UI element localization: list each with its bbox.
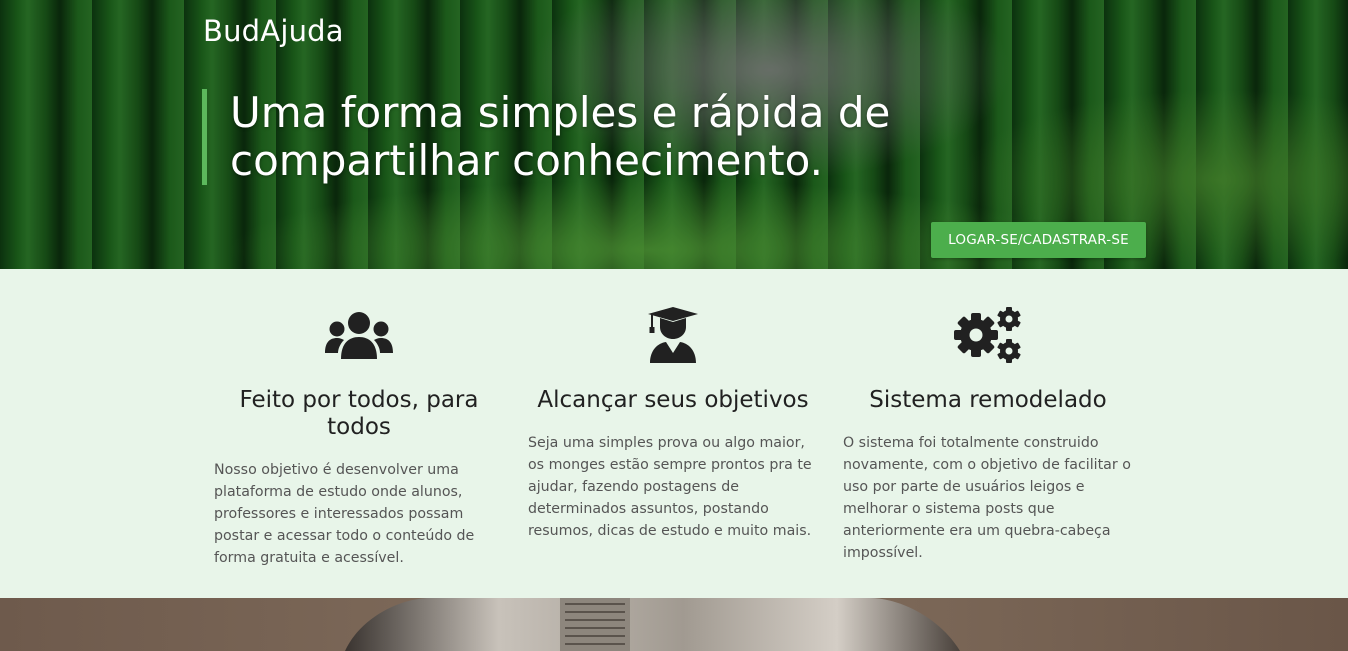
- users-icon: [214, 305, 504, 365]
- login-signup-button[interactable]: LOGAR-SE/CADASTRAR-SE: [931, 222, 1146, 258]
- gears-icon: [843, 305, 1133, 365]
- feature-description: Seja uma simples prova ou algo maior, os…: [528, 435, 812, 539]
- feature-description: O sistema foi totalmente construido nova…: [843, 435, 1131, 561]
- feature-title: Feito por todos, para todos: [239, 387, 479, 440]
- feature-card: Sistema remodelado O sistema foi totalme…: [843, 269, 1133, 564]
- backpack-image: [0, 598, 1348, 651]
- feature-description: Nosso objetivo é desenvolver uma platafo…: [214, 462, 475, 566]
- hero-tagline: Uma forma simples e rápida de compartilh…: [202, 89, 1130, 185]
- feature-title: Sistema remodelado: [869, 387, 1107, 413]
- feature-card: Alcançar seus objetivos Seja uma simples…: [528, 269, 818, 542]
- hero-banner: BudAjuda Uma forma simples e rápida de c…: [0, 0, 1348, 269]
- feature-card: Feito por todos, para todos Nosso objeti…: [214, 269, 504, 569]
- bottom-banner-image: [0, 598, 1348, 651]
- brand-logo[interactable]: BudAjuda: [203, 14, 344, 48]
- feature-title: Alcançar seus objetivos: [537, 387, 809, 413]
- graduate-icon: [528, 305, 818, 365]
- features-section: Feito por todos, para todos Nosso objeti…: [0, 269, 1348, 598]
